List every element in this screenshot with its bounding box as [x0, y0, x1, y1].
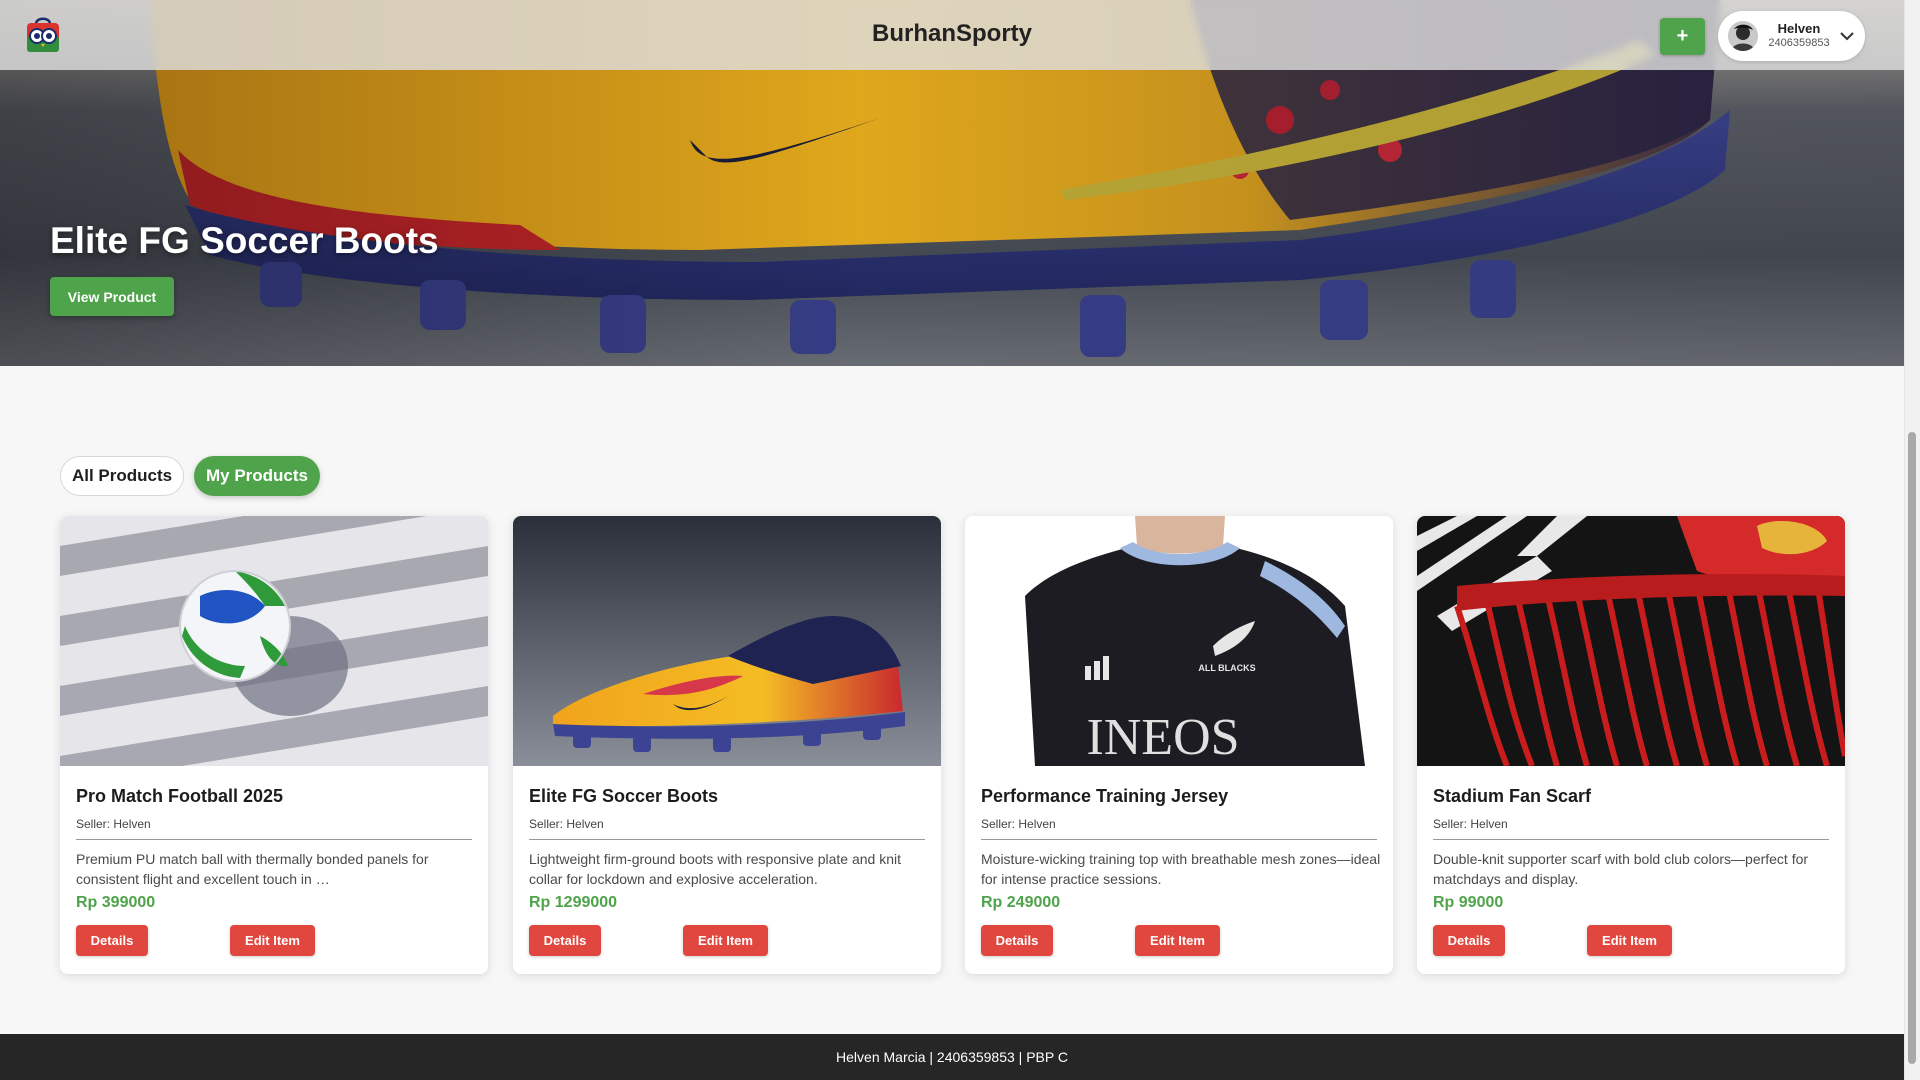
tab-all-products[interactable]: All Products	[60, 456, 184, 496]
product-image: ALL BLACKS INEOS	[965, 516, 1393, 766]
product-title: Elite FG Soccer Boots	[529, 786, 719, 806]
product-seller: Seller: Helven	[76, 817, 151, 831]
user-name: Helven	[1777, 21, 1821, 36]
product-seller: Seller: Helven	[1433, 817, 1508, 831]
training-jersey-image: ALL BLACKS INEOS	[965, 516, 1393, 766]
details-button[interactable]: Details	[981, 925, 1053, 956]
chevron-down-icon[interactable]	[1839, 30, 1855, 42]
product-image	[513, 516, 941, 766]
product-price: Rp 399000	[76, 894, 156, 911]
brand-title: BurhanSporty	[871, 20, 1032, 47]
edit-item-button[interactable]: Edit Item	[1587, 925, 1672, 956]
jersey-sponsor-text: INEOS	[1086, 709, 1239, 766]
product-image	[1417, 516, 1845, 766]
divider	[76, 839, 472, 840]
tab-my-products[interactable]: My Products	[194, 456, 320, 496]
product-card: Pro Match Football 2025 Seller: Helven P…	[60, 516, 488, 974]
details-button[interactable]: Details	[76, 925, 148, 956]
divider	[529, 839, 925, 840]
product-card: Elite FG Soccer Boots Seller: Helven Lig…	[513, 516, 941, 974]
soccer-boots-image	[513, 516, 941, 766]
edit-item-button[interactable]: Edit Item	[230, 925, 315, 956]
product-description: Moisture-wicking training top with breat…	[981, 851, 1381, 887]
scrollbar-thumb[interactable]	[1908, 432, 1916, 1064]
product-price: Rp 1299000	[529, 894, 618, 911]
avatar-image	[1728, 21, 1758, 51]
jersey-badge-text: ALL BLACKS	[1198, 663, 1255, 673]
edit-item-button[interactable]: Edit Item	[1135, 925, 1220, 956]
add-product-button[interactable]: +	[1660, 18, 1705, 55]
top-navbar: BurhanSporty + Helven 2406359853	[0, 0, 1904, 70]
product-title: Pro Match Football 2025	[76, 786, 284, 806]
divider	[1433, 839, 1829, 840]
product-title: Performance Training Jersey	[981, 786, 1229, 806]
product-title: Stadium Fan Scarf	[1433, 786, 1592, 806]
divider	[981, 839, 1377, 840]
details-button[interactable]: Details	[529, 925, 601, 956]
football-image	[60, 516, 488, 766]
user-id: 2406359853	[1768, 37, 1830, 49]
fan-scarf-image	[1417, 516, 1845, 766]
edit-item-button[interactable]: Edit Item	[683, 925, 768, 956]
product-card: ALL BLACKS INEOS Performance Training Je…	[965, 516, 1393, 974]
product-image	[60, 516, 488, 766]
product-description: Premium PU match ball with thermally bon…	[76, 851, 429, 887]
product-seller: Seller: Helven	[529, 817, 604, 831]
product-price: Rp 249000	[981, 894, 1061, 911]
product-description: Double-knit supporter scarf with bold cl…	[1433, 851, 1809, 887]
footer-text: Helven Marcia | 2406359853 | PBP C	[836, 1049, 1068, 1065]
view-product-button[interactable]: View Product	[50, 277, 174, 316]
product-seller: Seller: Helven	[981, 817, 1056, 831]
product-description: Lightweight firm-ground boots with respo…	[529, 851, 901, 887]
product-card: Stadium Fan Scarf Seller: Helven Double-…	[1417, 516, 1845, 974]
avatar	[1728, 21, 1758, 51]
user-menu[interactable]: Helven 2406359853	[1718, 11, 1865, 61]
product-price: Rp 99000	[1433, 894, 1504, 911]
footer: Helven Marcia | 2406359853 | PBP C	[0, 1034, 1904, 1080]
details-button[interactable]: Details	[1433, 925, 1505, 956]
hero-title: Elite FG Soccer Boots	[50, 220, 439, 261]
